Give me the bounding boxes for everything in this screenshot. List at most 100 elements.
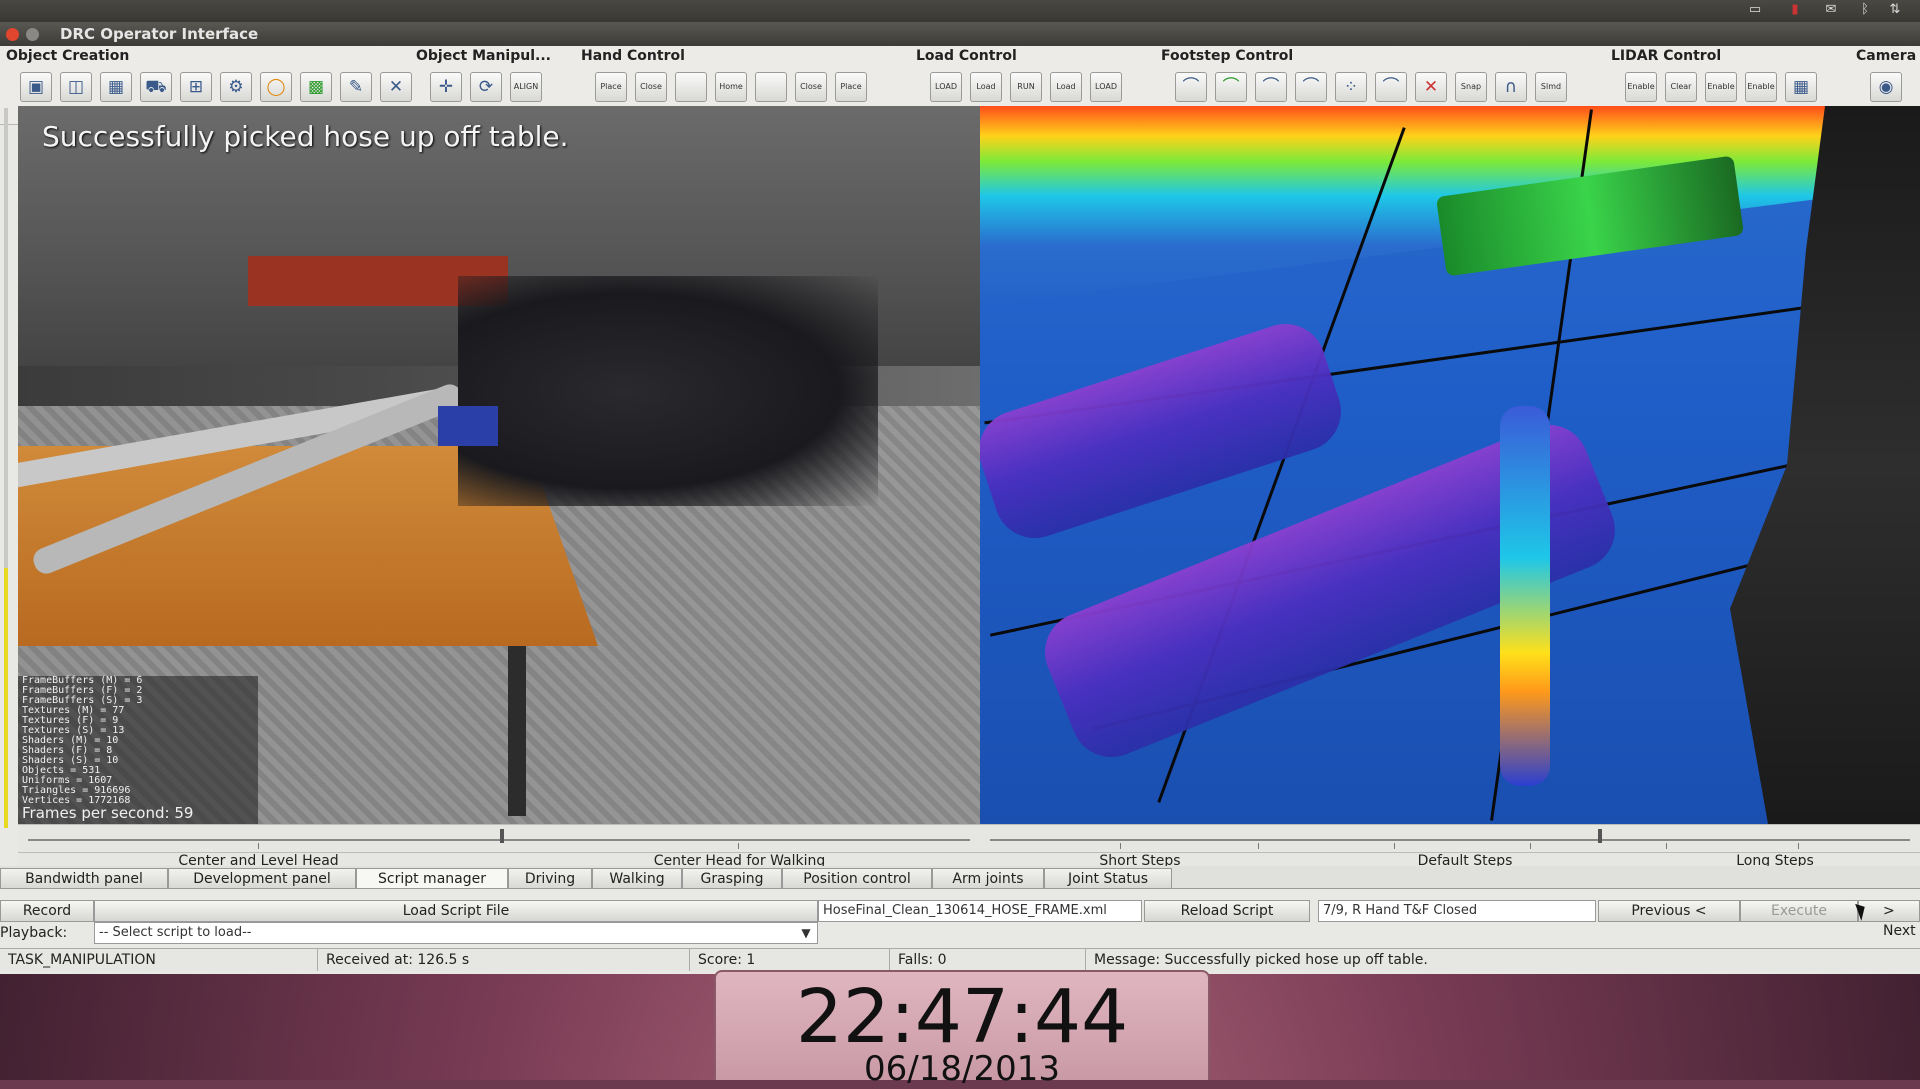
minimize-button[interactable] [26,28,39,41]
reload-script-button[interactable]: Reload Script [1144,900,1310,922]
record-button[interactable]: Record [0,900,94,922]
folder-icon[interactable]: ▭ [1746,3,1764,17]
create-object-button-2[interactable]: ◫ [60,72,92,102]
slider-tick [1120,843,1121,849]
load-button-4[interactable]: LOAD [1090,72,1122,102]
tab-joint-status[interactable]: Joint Status [1044,868,1172,888]
lidar-clear-button[interactable]: Clear [1665,72,1697,102]
tab-script-manager[interactable]: Script manager [356,868,508,888]
hand-blank-button[interactable] [675,72,707,102]
tab-driving[interactable]: Driving [508,868,592,888]
camera-view[interactable]: Successfully picked hose up off table. F… [18,106,980,824]
hand-place-left-button[interactable]: Place [595,72,627,102]
lidar-enable-button-3[interactable]: Enable [1745,72,1777,102]
status-bar: TASK_MANIPULATION Received at: 126.5 s S… [0,948,1920,971]
run-load-button[interactable]: RUN LOAD [1010,72,1042,102]
script-step-field[interactable]: 7/9, R Hand T&F Closed [1318,900,1596,922]
step-slider-track[interactable] [990,839,1910,841]
playback-script-select[interactable]: -- Select script to load-- [94,922,818,944]
system-top-bar: ▭ ▮ ✉ ᛒ ⇅ [0,0,1920,23]
head-slider-track[interactable] [28,839,970,841]
footstep-button-4[interactable]: ⌒ [1295,72,1327,102]
hand-close-right-button[interactable]: Close [795,72,827,102]
button-label: Snap [1460,82,1482,91]
slider-tick [1530,843,1531,849]
footstep-button-7[interactable]: ✕ [1415,72,1447,102]
arc-icon: ∩ [1504,77,1518,97]
mail-icon[interactable]: ✉ [1822,3,1840,17]
battery-icon[interactable]: ▮ [1786,3,1804,17]
previous-button[interactable]: Previous < [1598,900,1740,922]
table-icon: ▩ [307,77,325,97]
button-label: Enable [1627,82,1655,91]
received-at: Received at: 126.5 s [318,949,690,971]
footstep-button-9[interactable]: ∩ [1495,72,1527,102]
close-button[interactable] [6,28,19,41]
create-object-button-4[interactable]: ⛟ [140,72,172,102]
hand-home-button[interactable]: Home [715,72,747,102]
box-icon: ◫ [67,77,85,97]
network-icon[interactable]: ⇅ [1886,3,1904,17]
create-object-button-3[interactable]: ▦ [100,72,132,102]
button-label: Enable [1747,82,1775,91]
lidar-enable-button-1[interactable]: Enable [1625,72,1657,102]
button-label: Place [840,82,862,91]
script-filename-field[interactable]: HoseFinal_Clean_130614_HOSE_FRAME.xml [818,900,1142,922]
delete-icon: ✕ [1423,77,1439,97]
load-button-3[interactable]: Load [1050,72,1082,102]
footstep-button-2[interactable]: ⌒ [1215,72,1247,102]
bluetooth-icon[interactable]: ᛒ [1856,3,1874,17]
foot-icon: ⌒ [1382,77,1400,97]
align-object-button[interactable]: ALIGN [510,72,542,102]
next-button[interactable]: > Next [1858,900,1920,939]
grid-icon: ▦ [107,77,125,97]
create-object-button-7[interactable]: ◯ [260,72,292,102]
hand-place-right-button[interactable]: Place [835,72,867,102]
lidar-button-5[interactable]: ▦ [1785,72,1817,102]
tab-walking[interactable]: Walking [592,868,682,888]
chevron-down-icon[interactable]: ▼ [796,923,816,943]
hand-close-left-button[interactable]: Close [635,72,667,102]
footstep-slmd-button[interactable]: Slmd [1535,72,1567,102]
load-script-file-button[interactable]: Load Script File [94,900,818,922]
load-button-1[interactable]: LOAD [930,72,962,102]
footstep-button-5[interactable]: ⁘ [1335,72,1367,102]
hand-blank-button-2[interactable] [755,72,787,102]
footstep-button-6[interactable]: ⌒ [1375,72,1407,102]
step-slider-thumb[interactable] [1598,829,1602,843]
create-object-button-8[interactable]: ▩ [300,72,332,102]
camera-view-button[interactable]: ◉ [1870,72,1902,102]
valve-icon: ✕ [388,77,404,97]
load-button-2[interactable]: Load [970,72,1002,102]
tab-development-panel[interactable]: Development panel [168,868,356,888]
move-object-button[interactable]: ✛ [430,72,462,102]
tab-bandwidth-panel[interactable]: Bandwidth panel [0,868,168,888]
head-slider-thumb[interactable] [500,829,504,843]
button-label: Load [1056,82,1076,91]
clock-time: 22:47:44 [795,974,1129,1060]
lidar-enable-button-2[interactable]: Enable [1705,72,1737,102]
rotate-object-button[interactable]: ⟳ [470,72,502,102]
status-message: Message: Successfully picked hose up off… [1094,952,1428,968]
create-object-button-1[interactable]: ▣ [20,72,52,102]
tab-grasping[interactable]: Grasping [682,868,782,888]
footstep-snap-button[interactable]: Snap [1455,72,1487,102]
drill-icon: ✎ [348,77,364,97]
footstep-button-1[interactable]: ⌒ [1175,72,1207,102]
execute-button[interactable]: Execute [1740,900,1858,922]
create-object-button-5[interactable]: ⊞ [180,72,212,102]
tab-arm-joints[interactable]: Arm joints [932,868,1044,888]
create-object-button-6[interactable]: ⚙ [220,72,252,102]
rotate-icon: ⟳ [478,77,494,97]
point-cloud-hose [980,313,1352,549]
task-name: TASK_MANIPULATION [0,949,318,971]
3d-view[interactable] [980,106,1920,824]
create-object-button-9[interactable]: ✎ [340,72,372,102]
footstep-button-3[interactable]: ⌒ [1255,72,1287,102]
level-indicator [4,568,8,828]
slider-tick [1798,843,1799,849]
button-label: RUN LOAD [1017,82,1035,91]
tab-position-control[interactable]: Position control [782,868,932,888]
create-object-button-10[interactable]: ✕ [380,72,412,102]
score: Score: 1 [690,949,890,971]
